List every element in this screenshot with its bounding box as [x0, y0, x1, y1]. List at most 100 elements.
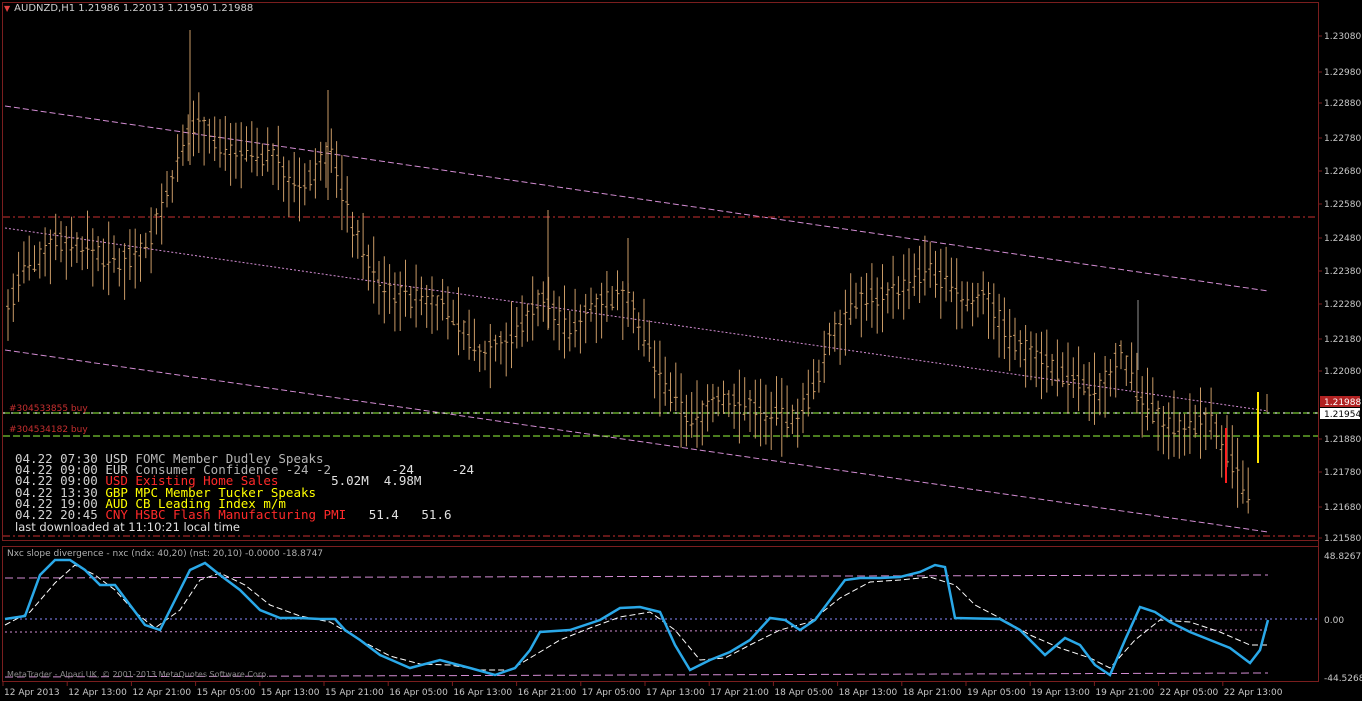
price-bar — [806, 369, 811, 417]
price-label: 1.22480 — [1324, 234, 1361, 244]
price-bar — [419, 276, 424, 316]
price-bar — [785, 385, 790, 438]
price-bar — [695, 380, 699, 448]
time-label: 15 Apr 05:00 — [197, 688, 256, 698]
news-panel: 04.22 07:30 USD FOMC Member Dudley Speak… — [15, 452, 474, 533]
price-bar — [716, 386, 721, 417]
price-bar — [477, 344, 482, 372]
price-bar — [467, 309, 472, 360]
price-bar — [530, 276, 535, 341]
price-bar — [536, 289, 540, 327]
price-bar — [387, 264, 392, 314]
price-bar — [811, 359, 816, 400]
price-bar — [1182, 413, 1187, 456]
price-bar — [933, 250, 938, 298]
chart-title[interactable]: ▼ AUDNZD,H1 1.21986 1.22013 1.21950 1.219… — [4, 3, 253, 14]
price-bar — [170, 170, 175, 203]
price-bar — [1230, 425, 1235, 489]
price-bar — [594, 293, 599, 344]
price-bar — [324, 142, 328, 188]
price-bar — [859, 276, 864, 338]
price-bar — [742, 377, 747, 421]
price-bar — [769, 391, 774, 450]
price-bar — [265, 127, 270, 172]
price-bar — [1235, 437, 1240, 508]
price-bar — [154, 208, 159, 235]
price-bar — [1246, 467, 1251, 514]
price-label: 1.22680 — [1324, 167, 1361, 177]
price-bar — [604, 270, 609, 322]
news-item: 04.22 20:45 CNY HSBC Flash Manufacturing… — [15, 508, 474, 521]
price-bar — [488, 324, 493, 389]
price-bar — [202, 116, 207, 166]
price-bar — [880, 264, 885, 333]
price-bar — [191, 100, 196, 157]
price-bar — [313, 148, 318, 199]
time-label: 19 Apr 13:00 — [1031, 688, 1090, 698]
price-bar — [366, 244, 371, 291]
price-bar — [869, 263, 874, 328]
price-bar — [1039, 331, 1044, 400]
price-bar — [27, 235, 32, 281]
price-bar — [286, 160, 291, 217]
price-bar — [1193, 404, 1198, 438]
price-bar — [1007, 309, 1012, 372]
price-bar — [16, 251, 21, 302]
price-bar — [1203, 407, 1208, 451]
time-label: 16 Apr 13:00 — [453, 688, 512, 698]
price-bar — [944, 246, 949, 302]
price-bar — [1034, 333, 1039, 388]
price-bar — [710, 383, 715, 423]
price-label: 1.22280 — [1324, 300, 1361, 310]
price-bar — [949, 257, 954, 303]
price-bar — [90, 228, 95, 287]
price-bar — [748, 390, 752, 432]
price-bar — [43, 227, 48, 277]
price-bar — [48, 229, 53, 285]
price-bar — [339, 155, 344, 231]
price-bar — [965, 281, 970, 312]
price-bar — [583, 293, 588, 344]
time-label: 18 Apr 13:00 — [839, 688, 898, 698]
price-bar — [371, 236, 376, 304]
price-bar — [21, 241, 26, 284]
price-bar — [922, 235, 927, 296]
time-label: 17 Apr 21:00 — [710, 688, 769, 698]
price-bar — [657, 340, 662, 417]
price-bar — [64, 226, 69, 280]
price-bar — [551, 290, 556, 341]
price-label: 1.22080 — [1324, 367, 1361, 377]
price-label: 1.23080 — [1324, 32, 1361, 42]
price-bar — [1119, 340, 1123, 370]
indicator-axis-label: 48.8267 — [1324, 552, 1361, 562]
time-label: 12 Apr 2013 — [4, 688, 60, 698]
price-bar — [1097, 372, 1102, 416]
price-bar — [599, 282, 604, 339]
chart-menu-caret-icon[interactable]: ▼ — [4, 4, 10, 13]
price-bar — [233, 122, 238, 179]
price-bar — [864, 273, 869, 321]
price-bar — [997, 293, 1002, 358]
price-bar — [212, 116, 217, 162]
order-label-1[interactable]: #304533855 buy — [9, 404, 88, 414]
price-bar — [1240, 460, 1245, 504]
price-bar — [610, 285, 615, 311]
price-bar — [297, 157, 302, 222]
price-bar — [975, 282, 980, 318]
order-label-2[interactable]: #304534182 buy — [9, 425, 88, 435]
price-bar — [631, 291, 636, 334]
chart-canvas[interactable]: 1.23080 1.22980 1.22880 1.22780 1.22680 1.225… — [0, 0, 1362, 701]
time-label: 12 Apr 21:00 — [132, 688, 191, 698]
price-bar — [255, 127, 260, 177]
price-bar — [1071, 357, 1076, 398]
price-bar — [59, 221, 63, 263]
price-bar — [514, 306, 519, 349]
price-bar — [281, 156, 286, 202]
price-bar — [461, 320, 466, 350]
price-bar — [127, 229, 132, 280]
price-bar — [541, 281, 546, 322]
price-bar — [32, 245, 37, 273]
time-label: 22 Apr 13:00 — [1224, 688, 1283, 698]
price-bar — [1044, 329, 1049, 393]
price-bar — [408, 286, 413, 319]
